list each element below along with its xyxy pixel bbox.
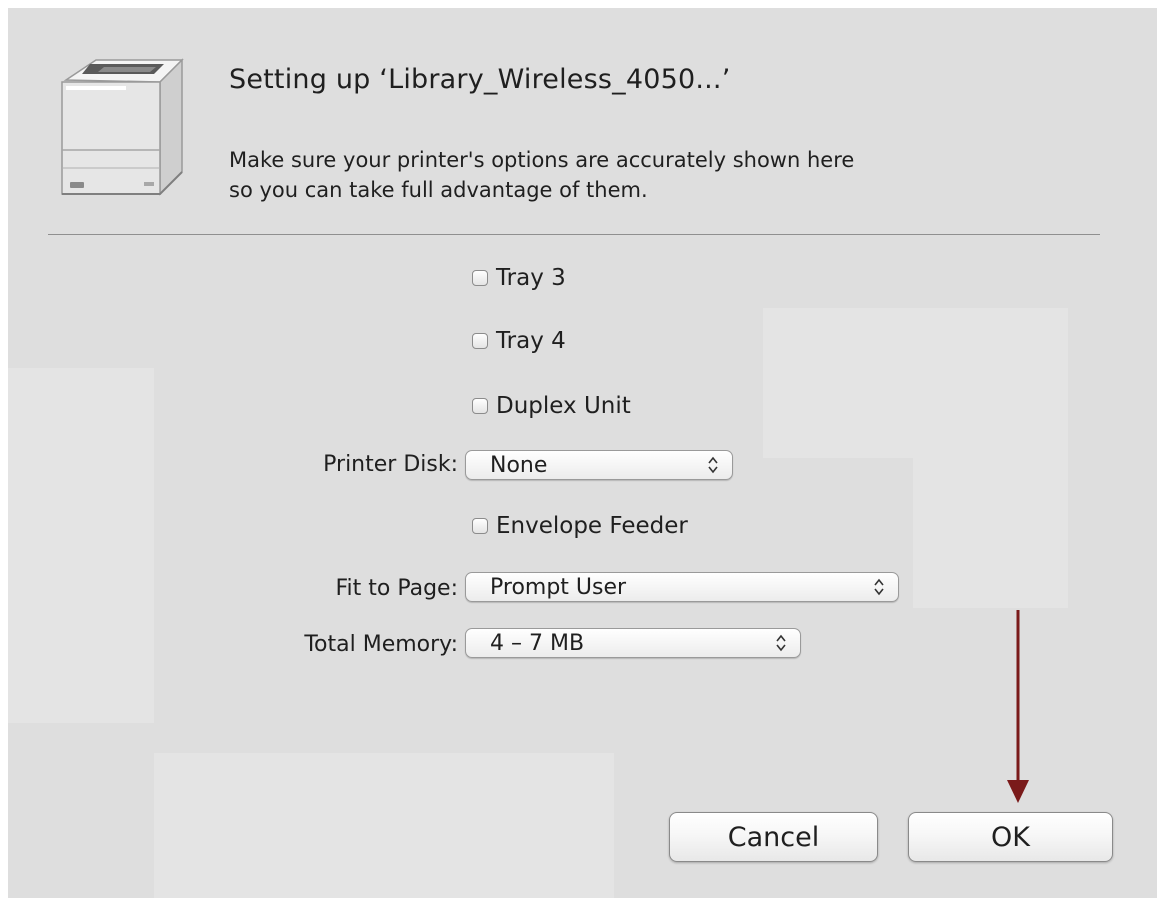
tray3-option[interactable]: Tray 3 — [472, 264, 566, 292]
up-down-chevron-icon — [776, 634, 786, 652]
total-memory-value: 4 – 7 MB — [490, 630, 585, 656]
printer-icon — [61, 58, 184, 196]
background-patch — [8, 368, 154, 723]
message-line: so you can take full advantage of them. — [229, 178, 648, 202]
duplex-unit-option[interactable]: Duplex Unit — [472, 392, 631, 420]
tray4-checkbox[interactable] — [472, 333, 488, 349]
dialog-title: Setting up ‘Library_Wireless_4050...’ — [229, 64, 731, 95]
up-down-chevron-icon — [708, 456, 718, 474]
tray4-option[interactable]: Tray 4 — [472, 327, 566, 355]
cancel-button[interactable]: Cancel — [669, 812, 878, 862]
header-separator — [48, 234, 1100, 235]
fit-to-page-label: Fit to Page: — [335, 576, 458, 601]
printer-disk-select[interactable]: None — [465, 450, 733, 480]
tray3-label: Tray 3 — [496, 265, 566, 291]
duplex-unit-label: Duplex Unit — [496, 393, 631, 419]
total-memory-label: Total Memory: — [304, 632, 458, 657]
fit-to-page-select[interactable]: Prompt User — [465, 572, 899, 602]
ok-button[interactable]: OK — [908, 812, 1113, 862]
background-patch — [763, 308, 1068, 458]
background-patch — [154, 753, 614, 898]
fit-to-page-value: Prompt User — [490, 574, 627, 600]
printer-disk-value: None — [490, 452, 548, 478]
arrow-down-icon — [1007, 610, 1029, 803]
tray3-checkbox[interactable] — [472, 270, 488, 286]
background-patch — [913, 458, 1068, 608]
printer-disk-label: Printer Disk: — [323, 452, 458, 477]
duplex-unit-checkbox[interactable] — [472, 398, 488, 414]
envelope-feeder-option[interactable]: Envelope Feeder — [472, 512, 688, 540]
dialog-message: Make sure your printer's options are acc… — [229, 145, 1069, 205]
total-memory-select[interactable]: 4 – 7 MB — [465, 628, 801, 658]
message-line: Make sure your printer's options are acc… — [229, 148, 855, 172]
envelope-feeder-label: Envelope Feeder — [496, 513, 688, 539]
envelope-feeder-checkbox[interactable] — [472, 518, 488, 534]
tray4-label: Tray 4 — [496, 328, 566, 354]
up-down-chevron-icon — [874, 578, 884, 596]
